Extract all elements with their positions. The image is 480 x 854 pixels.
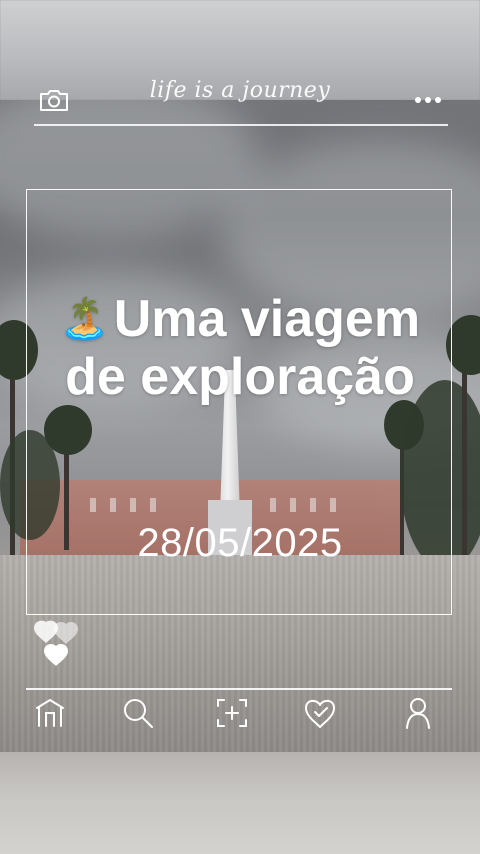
bottom-divider xyxy=(26,688,452,690)
bottom-nav xyxy=(0,696,480,736)
search-icon[interactable] xyxy=(121,696,155,730)
date-label: 28/05/2025 xyxy=(137,521,343,565)
heart-icon[interactable] xyxy=(303,696,337,730)
beach-emoji: 🏝️ xyxy=(59,297,110,341)
tagline: life is a journey xyxy=(149,78,331,103)
page-title: 🏝️Uma viagem de exploração xyxy=(40,290,440,406)
bottom-blur-band xyxy=(0,752,480,854)
hearts-icon[interactable] xyxy=(34,620,80,666)
profile-icon[interactable] xyxy=(401,696,435,730)
title-text: Uma viagem de exploração xyxy=(65,290,421,406)
add-icon[interactable] xyxy=(215,696,249,730)
home-icon[interactable] xyxy=(34,696,68,730)
more-dots-icon[interactable] xyxy=(414,96,442,104)
top-bar: life is a journey xyxy=(0,78,480,122)
top-divider xyxy=(34,124,448,126)
